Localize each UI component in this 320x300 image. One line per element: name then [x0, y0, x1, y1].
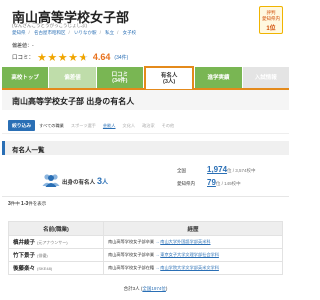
school-tabs: 高校トップ 偏差値 口コミ (34件) 有名人 (3人) 進学実績 入試情報 [2, 66, 289, 90]
table-row: 竹下景子 (俳優) 南山高等学校女子部卒業→東京女子大学文理学部社会学科 [8, 248, 283, 262]
table-row: 後藤楽々 (SKE48) 南山高等学校女子部在籍→南山学院大学文学部英米文学科 [8, 261, 283, 275]
filter-bar: 絞り込み すべての職業 スポーツ選手 芸能人 文化人 政治家 その他 [2, 118, 289, 134]
review-label: 口コミ： [12, 55, 35, 61]
rank-national: 全国 1,974位 / 3,574校中 [177, 165, 256, 174]
review-score: 4.64 [92, 52, 111, 62]
celebrity-name[interactable]: 後藤楽々 [13, 266, 35, 272]
deviation-label: 偏差値： [12, 43, 33, 49]
celebrity-summary: 出身の有名人 3人 全国 1,974位 / 3,574校中 愛知県内 79位 / 14… [2, 159, 289, 197]
badge-line3: 1位 [266, 26, 276, 32]
filter-button[interactable]: 絞り込み [8, 120, 36, 131]
review-count-link[interactable]: (34件) [114, 54, 128, 61]
info-prefecture-link[interactable]: 愛知県 [12, 30, 26, 35]
table-row: 槙井綾子 (元アナウンサー) 南山高等学校女子部卒業→南山大学外国語学部英米科 [8, 235, 283, 249]
star-icon: ★ [47, 50, 58, 64]
celebrity-name[interactable]: 竹下景子 [13, 253, 35, 259]
celebrity-role: (俳優) [37, 253, 48, 258]
rank-prefecture: 愛知県内 79位 / 149校中 [177, 178, 241, 187]
filter-all[interactable]: すべての職業 [39, 123, 64, 129]
rating-stars: ★ ★ ★ ★ ★ [37, 52, 89, 63]
deviation-value: - [32, 43, 34, 49]
footer-rank-link[interactable]: 全国1974位 [142, 286, 166, 291]
ranking-badge: 評判 愛知県内 1位 [259, 6, 283, 34]
tab-deviation[interactable]: 偏差値 [49, 67, 96, 88]
info-station-link[interactable]: いりなか駅 [74, 30, 97, 35]
career-link[interactable]: 南山大学外国語学部英米科 [160, 239, 210, 244]
deviation-row: 偏差値：- [12, 42, 34, 49]
tab-celebrities[interactable]: 有名人 (3人) [143, 66, 195, 89]
column-header-name: 名前(職業) [8, 221, 104, 236]
celebrity-role: (元アナウンサー) [37, 240, 68, 245]
school-info-links: 愛知県 / 名古屋市昭和区 / いりなか駅 / 私立 / 女子校 [12, 30, 137, 35]
review-row: 口コミ： ★ ★ ★ ★ ★ 4.64 (34件) [12, 51, 128, 63]
info-city-link[interactable]: 名古屋市昭和区 [34, 30, 66, 35]
filter-culture[interactable]: 文化人 [123, 123, 136, 129]
celebrity-name[interactable]: 槙井綾子 [13, 240, 35, 246]
star-icon: ★ [37, 50, 47, 64]
tab-results[interactable]: 進学実績 [195, 67, 242, 88]
info-type-link[interactable]: 私立 [105, 30, 114, 35]
people-icon [42, 174, 60, 187]
table-header-row: 名前(職業) 経歴 [8, 221, 283, 236]
tab-exam-info[interactable]: 入試情報 [242, 67, 289, 88]
star-icon: ★ [57, 50, 68, 64]
tab-reviews[interactable]: 口コミ (34件) [96, 67, 143, 88]
rank-national-value[interactable]: 1,974 [207, 165, 227, 174]
star-partial-icon: ★ [78, 50, 89, 64]
arrow-right-icon: → [155, 252, 160, 257]
school-reading: (なんざんこうとうがっこうじょしぶ) [12, 23, 87, 28]
page-title: 南山高等学校女子部 出身の有名人 [12, 97, 135, 106]
rank-prefecture-value[interactable]: 79 [207, 178, 216, 187]
tab-top[interactable]: 高校トップ [2, 67, 49, 88]
section-title: 有名人一覧 [2, 141, 289, 155]
celebrity-table: 名前(職業) 経歴 槙井綾子 (元アナウンサー) 南山高等学校女子部卒業→南山大学… [8, 221, 283, 275]
celebrity-role: (SKE48) [37, 266, 53, 271]
arrow-right-icon: → [155, 265, 160, 270]
footer-total: 合計3人 (全国1974位) [123, 286, 168, 291]
career-link[interactable]: 東京女子大学文理学部社会学科 [160, 252, 219, 257]
arrow-right-icon: → [155, 239, 160, 244]
celebrity-count: 出身の有名人 3人 [62, 176, 109, 186]
filter-sports[interactable]: スポーツ選手 [71, 123, 96, 129]
filter-politicians[interactable]: 政治家 [142, 123, 155, 129]
career-link[interactable]: 南山学院大学文学部英米文学科 [160, 265, 219, 270]
badge-line2: 愛知県内 [262, 16, 280, 21]
filter-other[interactable]: その他 [162, 123, 175, 129]
star-icon: ★ [68, 50, 79, 64]
filter-entertainers[interactable]: 芸能人 [103, 123, 116, 129]
info-gender-link[interactable]: 女子校 [123, 30, 137, 35]
column-header-career: 経歴 [103, 221, 283, 236]
paging-info: 3件中 1-3件を表示 [8, 201, 47, 207]
